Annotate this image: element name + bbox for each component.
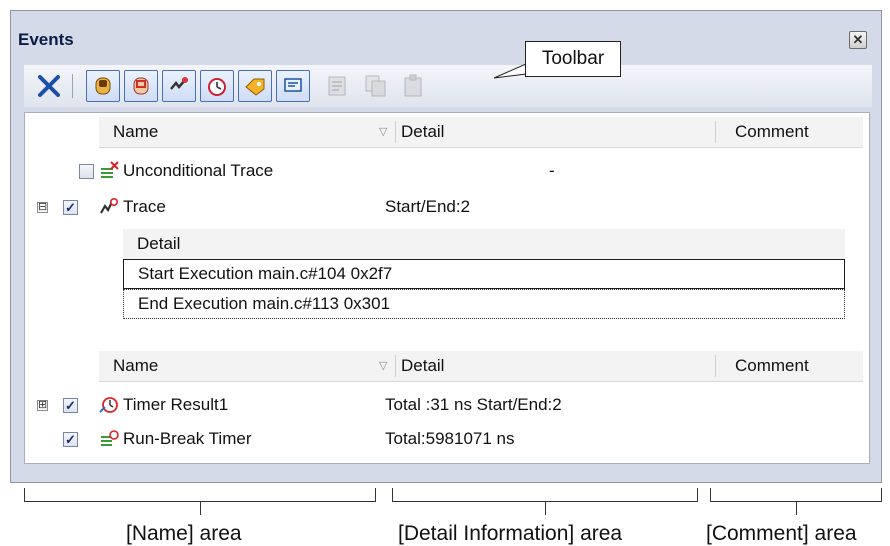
column-divider[interactable] (395, 121, 396, 143)
trace-button[interactable] (162, 70, 196, 102)
expand-toggle-icon[interactable]: ⊞ (37, 400, 48, 411)
column-comment[interactable]: Comment (735, 351, 809, 381)
point-trace-button[interactable] (276, 70, 310, 102)
event-detail: Total:5981071 ns (385, 429, 515, 448)
callout-pointer (493, 63, 527, 79)
column-header: Name ▽ Detail Comment (99, 351, 863, 382)
column-name[interactable]: Name (113, 117, 158, 147)
column-divider[interactable] (395, 355, 396, 377)
column-header: Name ▽ Detail Comment (99, 117, 863, 148)
unconditional-trace-icon (101, 161, 119, 178)
event-name: Run-Break Timer (123, 429, 252, 448)
column-detail[interactable]: Detail (401, 117, 444, 147)
delete-icon[interactable] (34, 71, 64, 101)
event-checkbox[interactable]: ✓ (63, 432, 78, 447)
run-break-timer-icon (101, 430, 119, 446)
event-name: Timer Result1 (123, 395, 229, 414)
copy-icon[interactable] (362, 73, 390, 99)
detail-row[interactable]: Start Execution main.c#104 0x2f7 (123, 259, 845, 289)
timer-icon (208, 78, 226, 96)
comment-area-bracket (710, 488, 882, 515)
sort-indicator-icon[interactable]: ▽ (379, 351, 387, 381)
event-detail: - (549, 161, 555, 180)
trace-icon (170, 77, 188, 90)
trace-detail-table: Detail Start Execution main.c#104 0x2f7 … (123, 229, 845, 321)
software-break-button[interactable] (124, 70, 158, 102)
column-divider[interactable] (715, 121, 716, 143)
panel-title: Events (18, 30, 74, 49)
detail-area-bracket (392, 488, 698, 515)
timer-button[interactable] (200, 70, 234, 102)
software-break-icon (133, 77, 149, 95)
event-checkbox[interactable]: ✓ (63, 398, 78, 413)
hardware-break-icon (95, 77, 111, 95)
event-row[interactable]: ✓ Run-Break Timer Total:5981071 ns (25, 425, 869, 453)
trace-icon (100, 197, 119, 214)
column-comment[interactable]: Comment (735, 117, 809, 147)
action-event-button[interactable] (238, 70, 272, 102)
column-detail[interactable]: Detail (401, 351, 444, 381)
event-row[interactable]: ✓ Unconditional Trace - (25, 157, 869, 185)
event-detail: Total :31 ns Start/End:2 (385, 395, 562, 414)
sort-indicator-icon[interactable]: ▽ (379, 117, 387, 147)
close-button[interactable]: ✕ (849, 31, 867, 49)
event-name: Trace (123, 197, 166, 216)
column-name[interactable]: Name (113, 351, 158, 381)
detail-row[interactable]: End Execution main.c#113 0x301 (123, 289, 845, 319)
event-checkbox[interactable]: ✓ (63, 200, 78, 215)
paste-icon[interactable] (400, 73, 428, 99)
point-trace-icon (284, 78, 302, 92)
event-row[interactable]: ⊞ ✓ Timer Result1 Total :31 ns Start/End… (25, 391, 869, 419)
event-name: Unconditional Trace (123, 161, 274, 180)
detail-area-label: [Detail Information] area (398, 522, 623, 545)
events-list: Name ▽ Detail Comment ✓ Unconditional Tr… (24, 112, 870, 464)
timer-result-icon (99, 397, 118, 413)
toolbar (24, 65, 872, 107)
event-detail: Start/End:2 (385, 197, 471, 216)
hardware-break-button[interactable] (86, 70, 120, 102)
toolbar-callout: Toolbar (525, 41, 621, 77)
event-row[interactable]: ⊟ ✓ Trace Start/End:2 (25, 193, 869, 221)
event-checkbox[interactable]: ✓ (79, 164, 94, 179)
name-area-bracket (24, 488, 376, 515)
action-event-icon (245, 78, 265, 96)
name-area-label: [Name] area (126, 522, 242, 545)
collapse-toggle-icon[interactable]: ⊟ (37, 202, 48, 213)
comment-area-label: [Comment] area (706, 522, 857, 545)
column-divider[interactable] (715, 355, 716, 377)
detail-header: Detail (123, 229, 845, 260)
edit-condition-icon[interactable] (324, 73, 352, 99)
toolbar-separator (72, 74, 73, 98)
